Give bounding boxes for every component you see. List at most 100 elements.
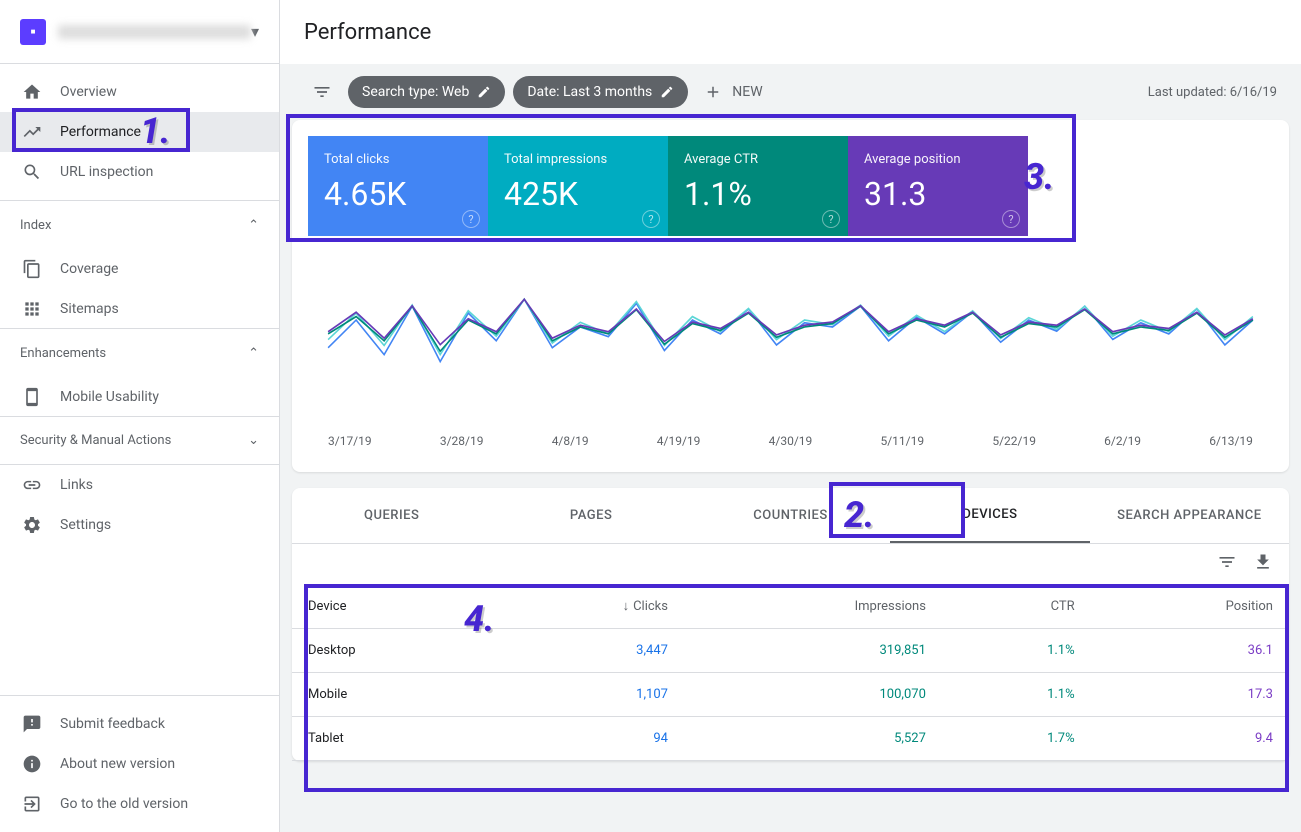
col-header-device[interactable]: Device (292, 584, 491, 629)
nav-overview[interactable]: Overview (0, 72, 279, 112)
tab-pages[interactable]: PAGES (491, 488, 690, 543)
nav-feedback[interactable]: Submit feedback (0, 704, 279, 744)
cell-device: Mobile (292, 673, 491, 717)
chart-series-CTR (328, 299, 1253, 351)
filter-chip-search-type[interactable]: Search type: Web (348, 76, 505, 108)
kpi-label: Average CTR (684, 152, 832, 167)
sidebar: ■ ▾ Overview Performance URL inspection … (0, 0, 280, 832)
col-header-impressions[interactable]: Impressions (684, 584, 942, 629)
cell-impressions: 5,527 (684, 717, 942, 761)
filter-icon[interactable] (304, 74, 340, 110)
kpi-card-0[interactable]: Total clicks 4.65K ? (308, 136, 488, 236)
page-header: Performance (280, 0, 1301, 64)
nav-label: About new version (60, 756, 175, 772)
new-label: NEW (732, 84, 762, 100)
axis-tick: 3/17/19 (328, 434, 372, 448)
col-header-clicks[interactable]: ↓Clicks (491, 584, 684, 629)
kpi-row: Total clicks 4.65K ?Total impressions 42… (308, 136, 1273, 236)
axis-tick: 4/19/19 (657, 434, 701, 448)
sitemap-icon (20, 297, 44, 321)
cell-device: Tablet (292, 717, 491, 761)
axis-tick: 4/30/19 (769, 434, 813, 448)
table-filter-icon[interactable] (1217, 552, 1237, 576)
section-security[interactable]: Security & Manual Actions ⌄ (0, 417, 279, 465)
page-title: Performance (304, 20, 431, 45)
nav-main: Overview Performance URL inspection 1. (0, 64, 279, 201)
section-enhancements[interactable]: Enhancements ⌃ (0, 329, 279, 377)
table-actions (292, 544, 1289, 584)
devices-table: Device↓ClicksImpressionsCTRPosition Desk… (292, 584, 1289, 761)
nav-links[interactable]: Links (0, 465, 279, 505)
cell-ctr: 1.1% (942, 629, 1091, 673)
table-row[interactable]: Desktop 3,447 319,851 1.1% 36.1 (292, 629, 1289, 673)
col-header-ctr[interactable]: CTR (942, 584, 1091, 629)
nav-settings[interactable]: Settings (0, 505, 279, 545)
last-updated: Last updated: 6/16/19 (1148, 85, 1277, 100)
chart-x-axis: 3/17/19 3/28/19 4/8/19 4/19/19 4/30/19 5/11/1… (308, 426, 1273, 456)
plus-icon (704, 83, 722, 101)
tab-search-appearance[interactable]: SEARCH APPEARANCE (1090, 488, 1289, 543)
kpi-value: 425K (504, 175, 652, 213)
nav-label: Overview (60, 84, 117, 100)
filter-chip-date[interactable]: Date: Last 3 months (513, 76, 688, 108)
cell-impressions: 319,851 (684, 629, 942, 673)
section-label: Security & Manual Actions (20, 433, 171, 448)
help-icon[interactable]: ? (642, 210, 660, 228)
cell-ctr: 1.1% (942, 673, 1091, 717)
kpi-label: Total impressions (504, 152, 652, 167)
nav-sitemaps[interactable]: Sitemaps (0, 289, 279, 329)
help-icon[interactable]: ? (822, 210, 840, 228)
property-logo: ■ (20, 19, 46, 45)
kpi-value: 31.3 (864, 175, 1012, 213)
nav-coverage[interactable]: Coverage (0, 249, 279, 289)
kpi-card-1[interactable]: Total impressions 425K ? (488, 136, 668, 236)
chevron-down-icon: ⌄ (248, 433, 259, 448)
download-icon[interactable] (1253, 552, 1273, 576)
nav-old-version[interactable]: Go to the old version (0, 784, 279, 824)
tab-queries[interactable]: QUERIES (292, 488, 491, 543)
nav-performance[interactable]: Performance (0, 112, 279, 152)
feedback-icon (20, 712, 44, 736)
nav-mobile-usability[interactable]: Mobile Usability (0, 377, 279, 417)
gear-icon (20, 513, 44, 537)
property-name-blurred (58, 25, 251, 39)
section-label: Enhancements (20, 346, 106, 361)
filter-bar: Search type: Web Date: Last 3 months NEW… (280, 64, 1301, 120)
sort-desc-icon: ↓ (623, 599, 630, 614)
help-icon[interactable]: ? (1002, 210, 1020, 228)
axis-tick: 6/13/19 (1209, 434, 1253, 448)
help-icon[interactable]: ? (462, 210, 480, 228)
chip-label: Search type: Web (362, 84, 469, 100)
home-icon (20, 80, 44, 104)
tab-countries[interactable]: COUNTRIES (691, 488, 890, 543)
axis-tick: 4/8/19 (552, 434, 589, 448)
kpi-card-3[interactable]: Average position 31.3 ? (848, 136, 1028, 236)
nav-about[interactable]: About new version (0, 744, 279, 784)
kpi-label: Total clicks (324, 152, 472, 167)
tabs: QUERIESPAGESCOUNTRIESDEVICESSEARCH APPEA… (292, 488, 1289, 544)
table-row[interactable]: Mobile 1,107 100,070 1.1% 17.3 (292, 673, 1289, 717)
tab-devices[interactable]: DEVICES (890, 488, 1089, 543)
cell-clicks: 3,447 (491, 629, 684, 673)
nav-label: Coverage (60, 261, 118, 277)
nav-label: URL inspection (60, 164, 153, 180)
section-index[interactable]: Index ⌃ (0, 201, 279, 249)
nav-label: Settings (60, 517, 111, 533)
table-row[interactable]: Tablet 94 5,527 1.7% 9.4 (292, 717, 1289, 761)
axis-tick: 5/11/19 (880, 434, 924, 448)
nav-url-inspection[interactable]: URL inspection (0, 152, 279, 192)
col-header-position[interactable]: Position (1091, 584, 1289, 629)
nav-label: Links (60, 477, 93, 493)
info-icon (20, 752, 44, 776)
edit-icon (660, 85, 674, 99)
sidebar-footer: Submit feedback About new version Go to … (0, 695, 279, 832)
main-content: Performance Search type: Web Date: Last … (280, 0, 1301, 832)
property-selector[interactable]: ■ ▾ (0, 0, 279, 64)
chevron-up-icon: ⌃ (248, 218, 259, 233)
table-card: QUERIESPAGESCOUNTRIESDEVICESSEARCH APPEA… (292, 488, 1289, 761)
new-filter-button[interactable]: NEW (704, 83, 762, 101)
axis-tick: 3/28/19 (440, 434, 484, 448)
edit-icon (477, 85, 491, 99)
kpi-card-2[interactable]: Average CTR 1.1% ? (668, 136, 848, 236)
nav-label: Performance (60, 124, 141, 140)
